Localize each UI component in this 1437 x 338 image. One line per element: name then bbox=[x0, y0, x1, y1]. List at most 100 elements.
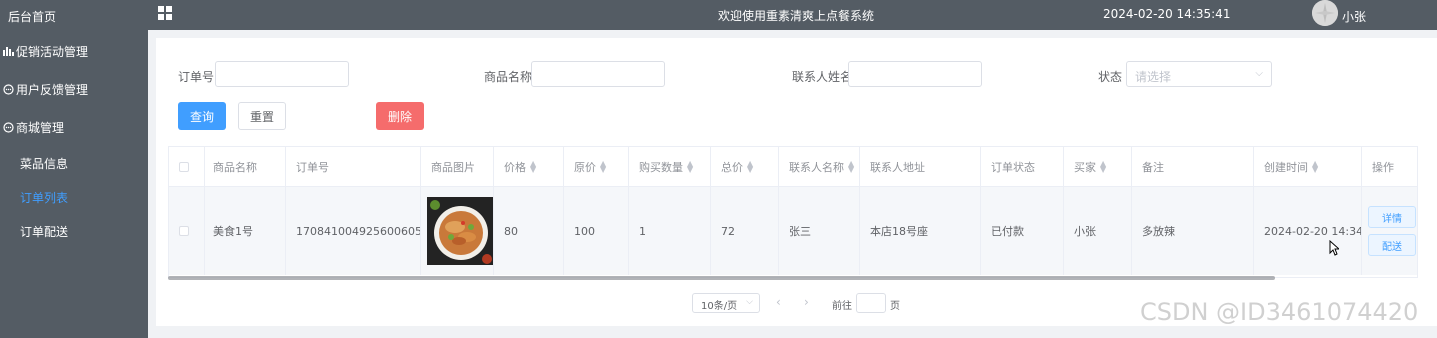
order-no-label: 订单号 bbox=[178, 70, 215, 84]
deliver-button[interactable]: 配送 bbox=[1368, 234, 1416, 256]
column-header-label: 商品图片 bbox=[431, 160, 475, 174]
sidebar-subitem-label: 订单配送 bbox=[20, 224, 69, 239]
sidebar-item-mall[interactable]: 商城管理 bbox=[0, 108, 148, 146]
sort-icon[interactable]: ▲ ▼ bbox=[848, 159, 854, 173]
column-header-label: 联系人地址 bbox=[870, 160, 925, 174]
detail-button-label: 详情 bbox=[1382, 213, 1402, 225]
cell-status: 已付款 bbox=[981, 187, 1064, 275]
cell-price: 80 bbox=[494, 187, 564, 275]
reset-button-label: 重置 bbox=[249, 109, 274, 124]
sidebar-subitem-delivery[interactable]: 订单配送 bbox=[0, 214, 148, 248]
sidebar-item-promotions[interactable]: 促销活动管理 bbox=[0, 32, 148, 70]
table-header: 商品名称 订单号 商品图片 价格 ▲ ▼ 原价 ▲ ▼ 购买数量 ▲ ▼ 总价 ▲ ▼ 联系人名… bbox=[169, 147, 1417, 187]
cell-actions: 详情 配送 bbox=[1362, 187, 1417, 275]
delete-button[interactable]: 删除 bbox=[376, 102, 424, 130]
sidebar-subitem-dishes[interactable]: 菜品信息 bbox=[0, 146, 148, 180]
cell-remark: 多放辣 bbox=[1132, 187, 1254, 275]
sidebar-item-home[interactable]: 后台首页 bbox=[0, 0, 148, 32]
cell-buyer: 小张 bbox=[1064, 187, 1132, 275]
column-header-label: 备注 bbox=[1142, 160, 1164, 174]
column-header-label: 联系人名称 bbox=[789, 160, 844, 174]
product-name-input[interactable] bbox=[531, 61, 665, 87]
deliver-button-label: 配送 bbox=[1382, 241, 1402, 253]
datetime-display: 2024-02-20 14:35:41 bbox=[1103, 7, 1231, 21]
grid-menu-icon[interactable] bbox=[158, 6, 172, 20]
column-header-label: 价格 bbox=[504, 160, 526, 174]
top-bar: 欢迎使用重素清爽上点餐系统 2024-02-20 14:35:41 小张 bbox=[148, 0, 1437, 30]
column-header-label: 购买数量 bbox=[639, 160, 683, 174]
column-header-label: 订单号 bbox=[296, 160, 329, 174]
sort-icon[interactable]: ▲ ▼ bbox=[530, 159, 536, 173]
table-row: 美食1号 170841004925600605 80 100 1 72 张三 本… bbox=[169, 187, 1417, 275]
sidebar-item-label: 促销活动管理 bbox=[16, 44, 89, 59]
sidebar-subitem-label: 菜品信息 bbox=[20, 156, 69, 171]
sort-icon[interactable]: ▲ ▼ bbox=[687, 159, 693, 173]
column-header: 操作 bbox=[1362, 147, 1417, 186]
table-horizontal-scrollbar[interactable] bbox=[168, 276, 1275, 280]
column-header-sortable[interactable]: 买家 ▲ ▼ bbox=[1064, 147, 1132, 186]
column-header-sortable[interactable]: 原价 ▲ ▼ bbox=[564, 147, 629, 186]
welcome-text: 欢迎使用重素清爽上点餐系统 bbox=[718, 9, 875, 23]
checkbox[interactable] bbox=[179, 161, 189, 172]
cell-original-price: 100 bbox=[564, 187, 629, 275]
column-header-label: 创建时间 bbox=[1264, 160, 1308, 174]
page-size-value: 10条/页 bbox=[701, 301, 738, 312]
goto-suffix: 页 bbox=[890, 301, 900, 312]
orders-table: 商品名称 订单号 商品图片 价格 ▲ ▼ 原价 ▲ ▼ 购买数量 ▲ ▼ 总价 ▲ ▼ 联系人名… bbox=[168, 146, 1418, 278]
header-select-all[interactable] bbox=[169, 147, 205, 186]
search-button-label: 查询 bbox=[189, 109, 214, 124]
cell-order-no: 170841004925600605 bbox=[286, 187, 421, 275]
column-header-label: 商品名称 bbox=[213, 160, 257, 174]
contact-name-input[interactable] bbox=[848, 61, 982, 87]
sidebar-item-home-label: 后台首页 bbox=[8, 9, 57, 24]
order-no-input[interactable] bbox=[215, 61, 349, 87]
reset-button[interactable]: 重置 bbox=[238, 102, 286, 130]
status-select[interactable]: 请选择 ⌵ bbox=[1126, 61, 1272, 87]
sidebar-subitem-label: 订单列表 bbox=[20, 190, 69, 205]
search-button[interactable]: 查询 bbox=[178, 102, 226, 130]
page-size-select[interactable]: 10条/页 ⌵ bbox=[692, 293, 760, 313]
detail-button[interactable]: 详情 bbox=[1368, 206, 1416, 228]
checkbox[interactable] bbox=[179, 226, 189, 236]
avatar[interactable] bbox=[1312, 0, 1338, 26]
column-header-label: 买家 bbox=[1074, 160, 1096, 174]
column-header-label: 总价 bbox=[721, 160, 743, 174]
column-header-sortable[interactable]: 联系人名称 ▲ ▼ bbox=[779, 147, 860, 186]
food-image bbox=[427, 197, 493, 265]
cell-created-at: 2024-02-20 14:34:12 bbox=[1254, 187, 1362, 275]
cell-product-name: 美食1号 bbox=[205, 187, 286, 275]
column-header-sortable[interactable]: 价格 ▲ ▼ bbox=[494, 147, 564, 186]
column-header-label: 操作 bbox=[1372, 160, 1394, 174]
sidebar-item-label: 商城管理 bbox=[16, 120, 65, 135]
sort-icon[interactable]: ▲ ▼ bbox=[1100, 159, 1106, 173]
mouse-cursor-icon bbox=[1329, 239, 1341, 259]
cell-contact-name: 张三 bbox=[779, 187, 860, 275]
chat-icon bbox=[2, 83, 14, 95]
sort-icon[interactable]: ▲ ▼ bbox=[747, 159, 753, 173]
delete-button-label: 删除 bbox=[387, 109, 412, 124]
cell-contact-address: 本店18号座 bbox=[860, 187, 981, 275]
column-header-sortable[interactable]: 创建时间 ▲ ▼ bbox=[1254, 147, 1362, 186]
column-header-sortable[interactable]: 总价 ▲ ▼ bbox=[711, 147, 779, 186]
main-panel: 订单号 商品名称 联系人姓名 状态 请选择 ⌵ 查询 重置 删除 商品名称 订单… bbox=[156, 38, 1437, 326]
sidebar-item-feedback[interactable]: 用户反馈管理 bbox=[0, 70, 148, 108]
column-header: 联系人地址 bbox=[860, 147, 981, 186]
product-name-label: 商品名称 bbox=[484, 70, 533, 84]
username[interactable]: 小张 bbox=[1342, 8, 1366, 25]
sidebar-item-label: 用户反馈管理 bbox=[16, 82, 89, 97]
row-select[interactable] bbox=[169, 187, 205, 275]
goto-prefix: 前往 bbox=[832, 301, 852, 312]
sort-icon[interactable]: ▲ ▼ bbox=[600, 159, 606, 173]
column-header: 订单号 bbox=[286, 147, 421, 186]
sort-icon[interactable]: ▲ ▼ bbox=[1312, 159, 1318, 173]
column-header-sortable[interactable]: 购买数量 ▲ ▼ bbox=[629, 147, 711, 186]
sidebar-subitem-orders[interactable]: 订单列表 bbox=[0, 180, 148, 214]
goto-page-input[interactable] bbox=[856, 293, 886, 313]
status-select-placeholder: 请选择 bbox=[1135, 70, 1172, 84]
cell-product-image bbox=[421, 187, 494, 275]
chevron-down-icon: ⌵ bbox=[1255, 68, 1263, 79]
prev-page-icon[interactable]: ‹ bbox=[776, 295, 781, 309]
contact-name-label: 联系人姓名 bbox=[792, 70, 853, 84]
next-page-icon[interactable]: › bbox=[804, 295, 809, 309]
cell-total: 72 bbox=[711, 187, 779, 275]
